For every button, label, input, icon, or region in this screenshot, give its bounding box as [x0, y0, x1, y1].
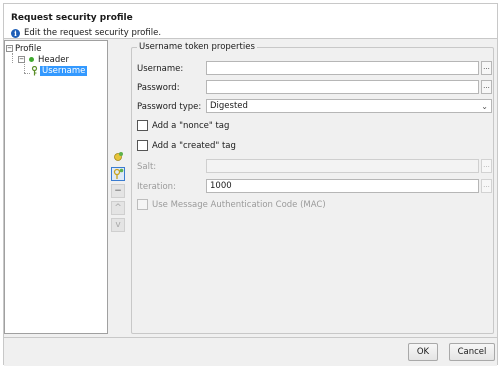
username-label: Username: — [137, 64, 184, 74]
collapse-icon[interactable]: − — [18, 56, 25, 63]
tree-toolbar: − ^ v — [111, 150, 127, 235]
info-icon: i — [11, 28, 20, 38]
salt-field[interactable] — [206, 159, 479, 173]
add-key-icon — [113, 168, 124, 179]
dialog-header: Request security profile i Edit the requ… — [4, 4, 497, 39]
created-checkbox-row[interactable]: Add a "created" tag — [137, 140, 236, 151]
iteration-label: Iteration: — [137, 182, 176, 192]
ok-button[interactable]: OK — [408, 343, 438, 361]
mac-checkbox-row[interactable]: Use Message Authentication Code (MAC) — [137, 199, 326, 210]
key-icon — [31, 65, 38, 75]
move-up-button[interactable]: ^ — [111, 201, 125, 215]
tree-node-label: Profile — [15, 43, 42, 54]
password-type-value: Digested — [210, 101, 248, 111]
mac-checkbox-label: Use Message Authentication Code (MAC) — [152, 199, 326, 210]
group-title: Username token properties — [137, 42, 257, 52]
password-label: Password: — [137, 83, 180, 93]
dialog-title: Request security profile — [11, 13, 133, 23]
iteration-field[interactable]: 1000 — [206, 179, 479, 193]
iteration-browse-button[interactable]: ... — [481, 179, 492, 193]
username-token-group: Username token properties Username: ... … — [131, 42, 494, 334]
tree-node-label-selected: Username — [40, 65, 88, 76]
tree-connector — [24, 73, 30, 74]
nonce-checkbox-label: Add a "nonce" tag — [152, 120, 230, 131]
collapse-icon[interactable]: − — [6, 45, 13, 52]
tree-node-profile[interactable]: − Profile — [6, 43, 41, 54]
tree-connector — [24, 64, 25, 73]
cancel-button[interactable]: Cancel — [449, 343, 495, 361]
password-type-select[interactable]: Digested ⌄ — [206, 99, 492, 113]
add-header-button[interactable] — [111, 150, 125, 164]
nonce-checkbox-row[interactable]: Add a "nonce" tag — [137, 120, 229, 131]
remove-button[interactable]: − — [111, 184, 125, 198]
add-token-button[interactable] — [111, 167, 125, 181]
profile-tree[interactable]: − Profile − Header Username — [4, 40, 108, 334]
dialog-footer: OK Cancel — [4, 337, 497, 366]
salt-label: Salt: — [137, 162, 157, 172]
salt-browse-button[interactable]: ... — [481, 159, 492, 173]
add-header-icon — [114, 152, 123, 161]
username-field[interactable] — [206, 61, 479, 75]
password-type-label: Password type: — [137, 102, 202, 112]
mac-checkbox[interactable] — [137, 199, 148, 210]
username-browse-button[interactable]: ... — [481, 61, 492, 75]
move-down-button[interactable]: v — [111, 218, 125, 232]
chevron-down-icon: ⌄ — [481, 101, 488, 111]
nonce-checkbox[interactable] — [137, 120, 148, 131]
dialog-subtitle: i Edit the request security profile. — [11, 28, 161, 38]
created-checkbox-label: Add a "created" tag — [152, 140, 236, 151]
tree-node-header[interactable]: − Header — [18, 54, 69, 65]
header-node-icon — [29, 57, 34, 62]
request-security-dialog: Request security profile i Edit the requ… — [3, 3, 498, 366]
tree-node-label: Header — [38, 54, 69, 65]
tree-connector — [12, 53, 13, 63]
created-checkbox[interactable] — [137, 140, 148, 151]
dialog-subtitle-text: Edit the request security profile. — [24, 28, 162, 38]
tree-node-username[interactable]: Username — [31, 65, 88, 76]
password-field[interactable] — [206, 80, 479, 94]
password-browse-button[interactable]: ... — [481, 80, 492, 94]
